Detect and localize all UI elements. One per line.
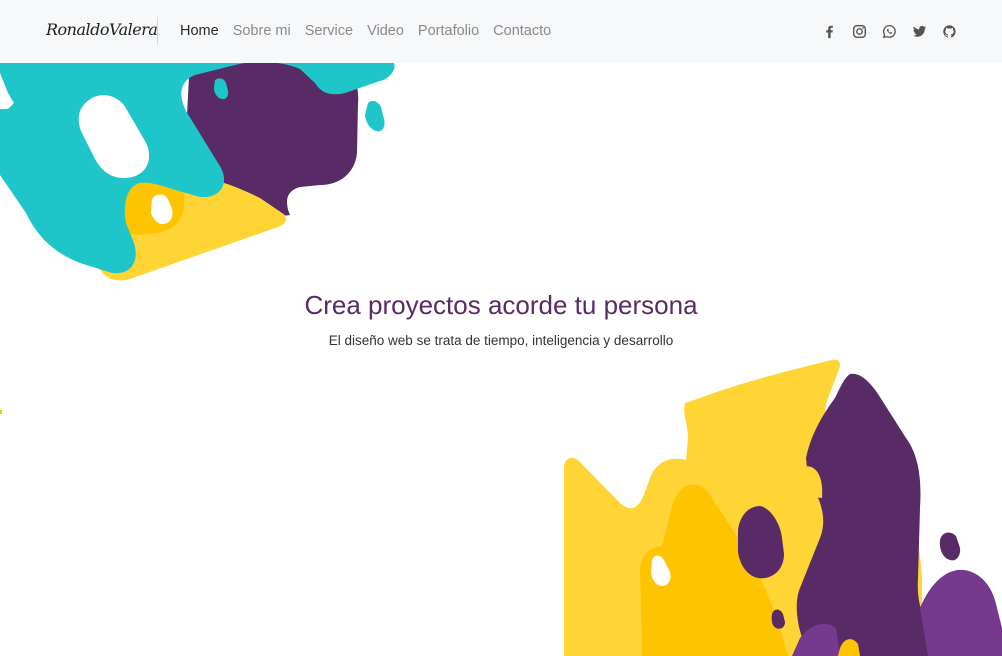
instagram-icon[interactable] [852,24,867,39]
nav-link-home[interactable]: Home [180,23,219,39]
brand-logo[interactable]: RonaldoValera [46,20,158,39]
nav-links: Home Sobre mi Service Video Portafolio C… [180,23,551,39]
nav-link-portafolio[interactable]: Portafolio [418,23,479,39]
github-icon[interactable] [942,24,957,39]
brand-divider [157,17,158,45]
nav-link-video[interactable]: Video [367,23,404,39]
navbar: RonaldoValera Home Sobre mi Service Vide… [0,0,1002,63]
social-links [822,24,957,39]
hero-title: Crea proyectos acorde tu persona [304,290,698,320]
hero-subtitle: El diseño web se trata de tiempo, inteli… [328,333,674,348]
nav-link-sobre-mi[interactable]: Sobre mi [233,23,291,39]
twitter-icon[interactable] [912,24,927,39]
page: RonaldoValera Home Sobre mi Service Vide… [0,0,1002,656]
abstract-art-top-left [0,63,395,281]
abstract-art-bottom-right [564,359,1002,656]
whatsapp-icon[interactable] [882,24,897,39]
nav-link-contacto[interactable]: Contacto [493,23,551,39]
facebook-icon[interactable] [822,24,837,39]
nav-link-service[interactable]: Service [305,23,353,39]
edge-marker [0,410,2,414]
